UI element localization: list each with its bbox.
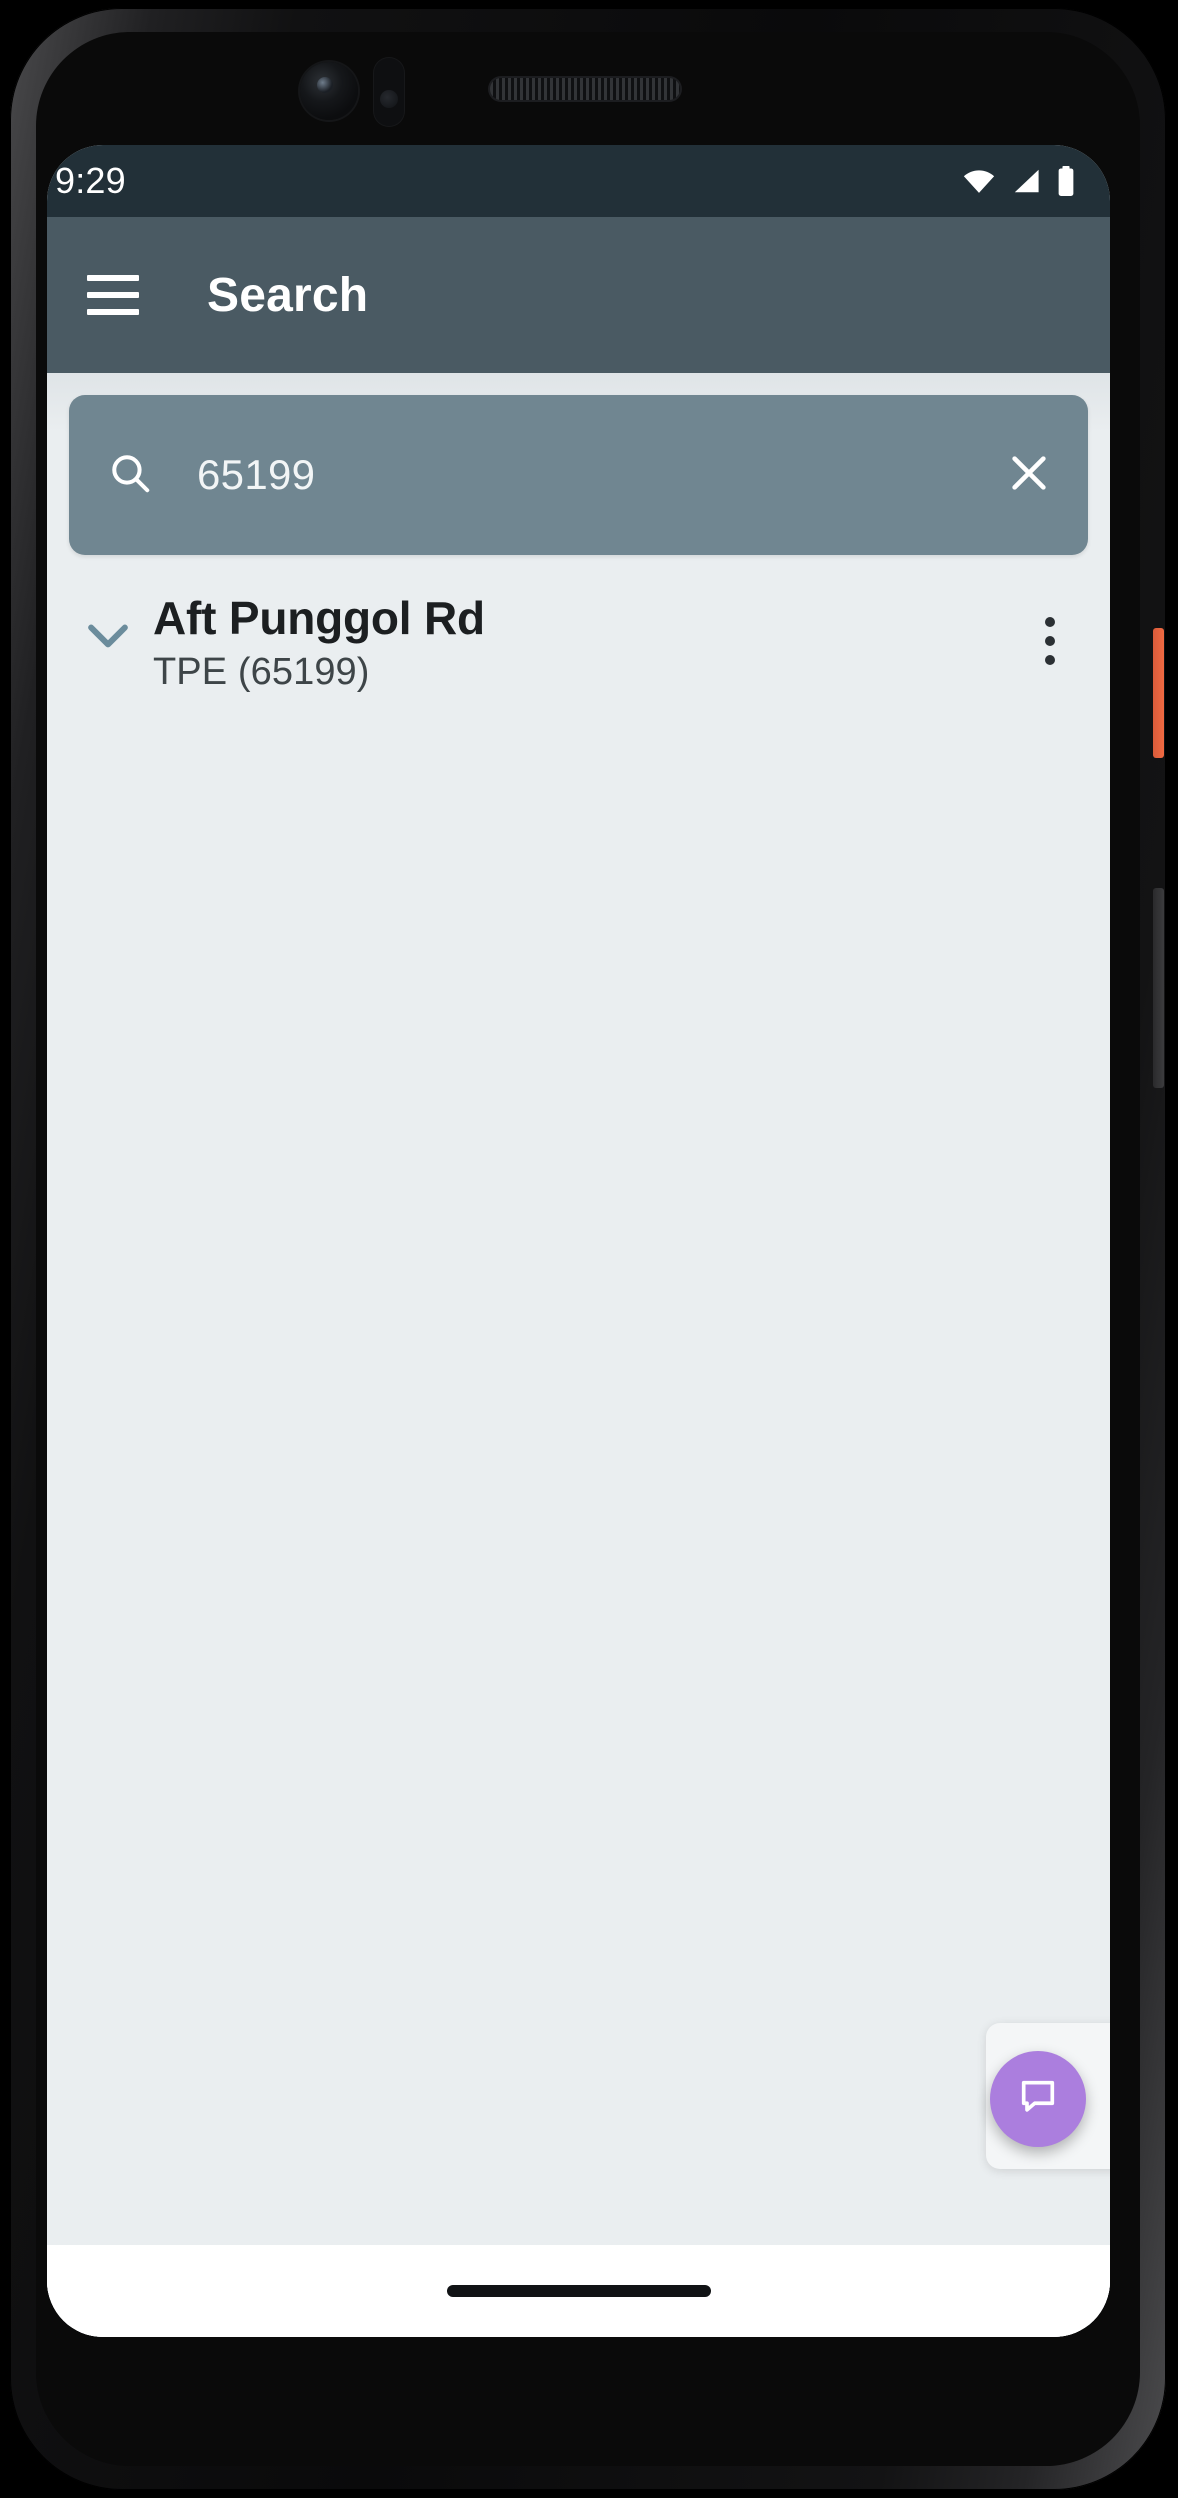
phone-screen: 9:29 Search 65199 Aft Punggol Rd TPE (65… (47, 145, 1110, 2337)
navigation-bar (47, 2245, 1110, 2337)
search-icon (107, 450, 153, 501)
main-content: 65199 Aft Punggol Rd TPE (65199) (47, 373, 1110, 2337)
list-item[interactable]: Aft Punggol Rd TPE (65199) (47, 565, 1110, 720)
more-vertical-icon[interactable] (1026, 591, 1074, 665)
proximity-sensor-icon (374, 58, 404, 126)
battery-icon (1056, 166, 1076, 196)
status-bar-icons (962, 166, 1076, 196)
page-title: Search (207, 268, 369, 322)
overflow-dot (1045, 636, 1055, 646)
hamburger-line (87, 292, 139, 298)
close-icon[interactable] (1006, 450, 1052, 501)
search-input[interactable]: 65199 (197, 451, 1006, 499)
list-item-text: Aft Punggol Rd TPE (65199) (139, 591, 1026, 694)
search-results-list: Aft Punggol Rd TPE (65199) (47, 555, 1110, 720)
overflow-dot (1045, 655, 1055, 665)
power-button[interactable] (1153, 628, 1164, 758)
app-bar: Search (47, 217, 1110, 373)
list-item-title: Aft Punggol Rd (153, 592, 485, 644)
cellular-signal-icon (1010, 167, 1042, 195)
status-bar: 9:29 (47, 145, 1110, 217)
overflow-dot (1045, 617, 1055, 627)
chat-fab-button[interactable] (990, 2051, 1086, 2147)
wifi-icon (962, 167, 996, 195)
hamburger-line (87, 309, 139, 315)
earpiece-speaker-icon (490, 78, 680, 100)
hamburger-line (87, 275, 139, 281)
home-gesture-pill[interactable] (446, 2285, 711, 2297)
chevron-down-icon[interactable] (77, 591, 139, 651)
screenshot-root: 9:29 Search 65199 Aft Punggol Rd TPE (65… (0, 0, 1178, 2498)
list-item-subtitle: TPE (65199) (153, 651, 370, 694)
front-camera-icon (300, 62, 358, 120)
hamburger-menu-icon[interactable] (87, 275, 139, 315)
search-field[interactable]: 65199 (69, 395, 1088, 555)
search-bar-container: 65199 (47, 373, 1110, 555)
volume-button[interactable] (1153, 888, 1164, 1088)
status-bar-clock: 9:29 (55, 160, 126, 201)
chat-bubble-icon (1016, 2075, 1060, 2124)
